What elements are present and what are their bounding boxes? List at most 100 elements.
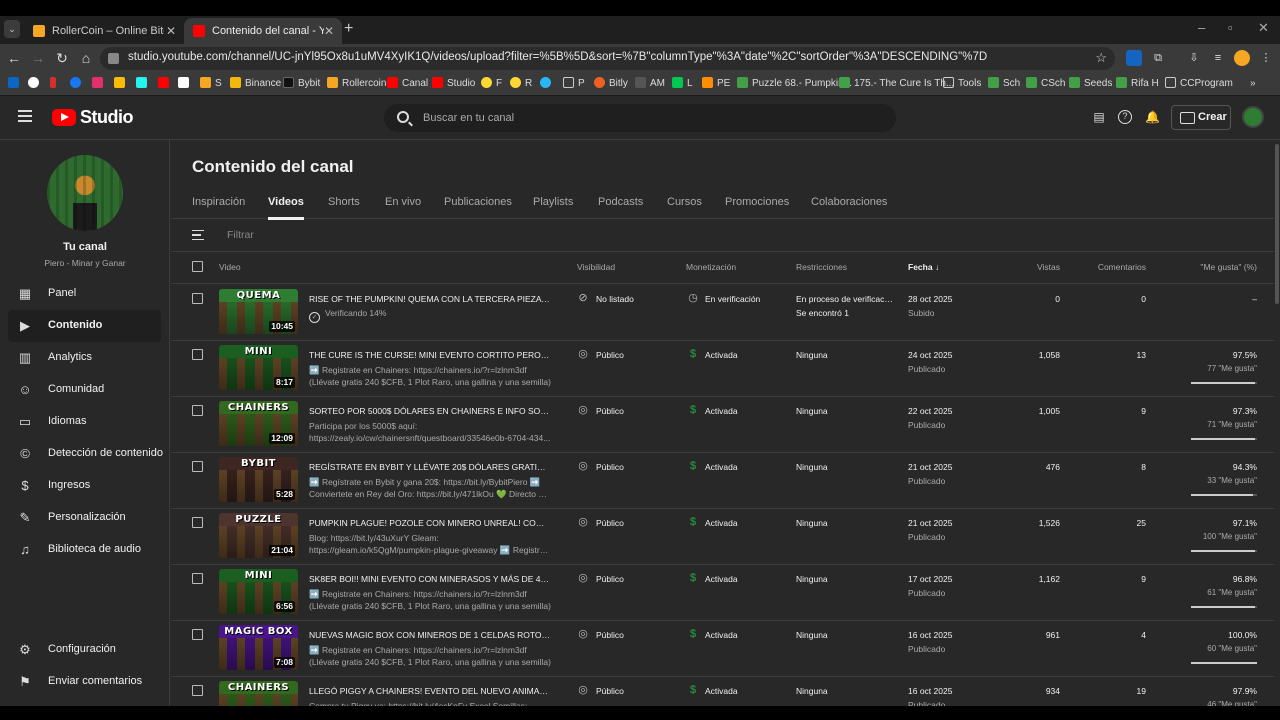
forward-icon[interactable]: → xyxy=(28,48,48,68)
monetization-value[interactable]: En verificación xyxy=(705,294,760,304)
video-title[interactable]: LLEGÓ PIGGY A CHAINERS! EVENTO DEL NUEVO… xyxy=(309,686,551,696)
bookmark-canal[interactable]: Canal xyxy=(387,76,428,92)
table-row[interactable]: MINI EVENTO 6:56 SK8ER BOI!! MINI EVENTO C… xyxy=(171,565,1274,621)
table-row[interactable]: PUZZLE 21:04 PUMPKIN PLAGUE! POZOLE CON MI… xyxy=(171,509,1274,565)
scrollbar[interactable] xyxy=(1274,140,1280,720)
menu-icon[interactable] xyxy=(18,110,32,122)
sidebar-item-personalizacion[interactable]: ✎ Personalización xyxy=(8,502,161,534)
bookmark-f[interactable]: F xyxy=(481,76,502,92)
create-button[interactable]: Crear xyxy=(1171,105,1231,130)
bookmark-am[interactable]: AM xyxy=(635,76,665,92)
extensions-puzzle-icon[interactable]: ⧉ xyxy=(1150,50,1166,66)
bookmark-outlook[interactable] xyxy=(8,76,23,92)
video-thumbnail[interactable]: BYBIT 5:28 xyxy=(219,457,298,502)
bookmark-rollercoin[interactable]: Rollercoin xyxy=(327,76,386,92)
sidebar-item-contenido[interactable]: ▶ Contenido xyxy=(8,310,161,342)
visibility-value[interactable]: Público xyxy=(596,350,624,360)
tab-en-vivo[interactable]: En vivo xyxy=(385,196,421,208)
tab-inspiracion[interactable]: Inspiración xyxy=(192,196,245,208)
help-icon[interactable]: ? xyxy=(1118,110,1132,124)
bookmark-tiktok[interactable] xyxy=(136,76,151,92)
visibility-value[interactable]: Público xyxy=(596,574,624,584)
bookmark-seeds[interactable]: Seeds xyxy=(1069,76,1112,92)
visibility-value[interactable]: Público xyxy=(596,630,624,640)
video-thumbnail[interactable]: CHAINERS 12:09 xyxy=(219,401,298,446)
column-fecha[interactable]: Fecha ↓ xyxy=(908,262,939,272)
close-tab-icon[interactable]: ✕ xyxy=(166,18,176,44)
close-window-icon[interactable]: ✕ xyxy=(1258,20,1269,36)
bookmark-studio[interactable]: Studio xyxy=(432,76,475,92)
restrictions-detail[interactable]: Se encontró 1 xyxy=(796,308,849,318)
bookmark-puzzle[interactable]: Puzzle 68.- Pumpkin... xyxy=(737,76,852,92)
row-checkbox[interactable] xyxy=(192,629,203,640)
sidebar-item-analytics[interactable]: ▥ Analytics xyxy=(8,342,161,374)
video-thumbnail[interactable]: PUZZLE 21:04 xyxy=(219,513,298,558)
monetization-value[interactable]: Activada xyxy=(705,574,738,584)
bookmark-telegram[interactable] xyxy=(540,76,555,92)
table-row[interactable]: MINI EVENTO 8:17 THE CURE IS THE CURSE! MI… xyxy=(171,341,1274,397)
restrictions-value[interactable]: En proceso de verificación xyxy=(796,294,894,304)
bookmark-sch[interactable]: Sch xyxy=(988,76,1020,92)
bookmark-l[interactable]: L xyxy=(672,76,693,92)
video-title[interactable]: THE CURE IS THE CURSE! MINI EVENTO CORTI… xyxy=(309,350,551,360)
visibility-value[interactable]: Público xyxy=(596,406,624,416)
minimize-icon[interactable]: – xyxy=(1198,20,1205,35)
tab-publicaciones[interactable]: Publicaciones xyxy=(444,196,512,208)
new-tab-icon[interactable]: + xyxy=(344,20,353,38)
video-title[interactable]: SORTEO POR 5000$ DÓLARES EN CHAINERS E I… xyxy=(309,406,551,416)
row-checkbox[interactable] xyxy=(192,349,203,360)
bookmark-ccprogram[interactable]: CCProgram xyxy=(1165,76,1233,92)
bookmark-youtube[interactable] xyxy=(158,76,173,92)
row-checkbox[interactable] xyxy=(192,461,203,472)
video-title[interactable]: PUMPKIN PLAGUE! POZOLE CON MINERO UNREAL… xyxy=(309,518,551,528)
sidebar-item-feedback[interactable]: ⚑ Enviar comentarios xyxy=(8,666,161,698)
reload-icon[interactable]: ↻ xyxy=(52,48,72,68)
monetization-value[interactable]: Activada xyxy=(705,462,738,472)
restrictions-value[interactable]: Ninguna xyxy=(796,630,894,640)
bookmark-x[interactable] xyxy=(178,76,193,92)
tab-cursos[interactable]: Cursos xyxy=(667,196,702,208)
select-all-checkbox[interactable] xyxy=(192,261,203,272)
address-bar[interactable]: studio.youtube.com/channel/UC-jnYl95Ox8u… xyxy=(100,47,1115,70)
sidebar-item-idiomas[interactable]: ▭ Idiomas xyxy=(8,406,161,438)
bookmark-binance[interactable]: Binance xyxy=(230,76,281,92)
tab-podcasts[interactable]: Podcasts xyxy=(598,196,643,208)
bookmark-bybit[interactable]: Bybit xyxy=(283,76,320,92)
row-checkbox[interactable] xyxy=(192,685,203,696)
visibility-value[interactable]: Público xyxy=(596,686,624,696)
visibility-value[interactable]: Público xyxy=(596,462,624,472)
tab-promociones[interactable]: Promociones xyxy=(725,196,789,208)
video-title[interactable]: NUEVAS MAGIC BOX CON MINEROS DE 1 CELDAS… xyxy=(309,630,551,640)
sidebar-item-deteccion[interactable]: © Detección de contenido xyxy=(8,438,163,470)
account-avatar[interactable] xyxy=(1242,106,1264,128)
more-bookmarks-icon[interactable]: » xyxy=(1250,76,1256,92)
tab-colaboraciones[interactable]: Colaboraciones xyxy=(811,196,887,208)
table-row[interactable]: BYBIT 5:28 REGÍSTRATE EN BYBIT Y LLÉVATE 2… xyxy=(171,453,1274,509)
bookmark-csch[interactable]: CSch xyxy=(1026,76,1065,92)
bookmark-s[interactable]: S xyxy=(200,76,222,92)
row-checkbox[interactable] xyxy=(192,573,203,584)
bookmark-facebook[interactable] xyxy=(70,76,85,92)
tab-list-button[interactable]: ⌄ xyxy=(4,20,20,38)
monetization-value[interactable]: Activada xyxy=(705,406,738,416)
table-row[interactable]: MAGIC BOX 7:08 NUEVAS MAGIC BOX CON MINERO… xyxy=(171,621,1274,677)
video-title[interactable]: RISE OF THE PUMPKIN! QUEMA CON LA TERCER… xyxy=(309,294,551,304)
captions-icon[interactable]: ▤ xyxy=(1092,110,1106,124)
sidebar-item-ingresos[interactable]: $ Ingresos xyxy=(8,470,161,502)
search-input[interactable]: Buscar en tu canal xyxy=(384,104,896,132)
sidebar-item-configuracion[interactable]: ⚙ Configuración xyxy=(8,634,161,666)
browser-tab-rollercoin[interactable]: RollerCoin – Online Bitcoin Mining Simul… xyxy=(24,18,184,44)
table-row[interactable]: QUEMA 10:45 RISE OF THE PUMPKIN! QUEMA CON… xyxy=(171,285,1274,341)
tab-playlists[interactable]: Playlists xyxy=(533,196,573,208)
filter-input[interactable]: Filtrar xyxy=(227,229,254,241)
filter-icon[interactable] xyxy=(192,230,204,240)
sidebar-item-panel[interactable]: ▦ Panel xyxy=(8,278,161,310)
site-info-icon[interactable] xyxy=(108,53,119,64)
video-thumbnail[interactable]: MINI EVENTO 8:17 xyxy=(219,345,298,390)
close-tab-icon[interactable]: ✕ xyxy=(324,18,334,44)
channel-avatar[interactable] xyxy=(47,155,123,231)
video-title[interactable]: REGÍSTRATE EN BYBIT Y LLÉVATE 20$ DÓLARE… xyxy=(309,462,551,472)
video-thumbnail[interactable]: MAGIC BOX 7:08 xyxy=(219,625,298,670)
monetization-value[interactable]: Activada xyxy=(705,686,738,696)
restrictions-value[interactable]: Ninguna xyxy=(796,686,894,696)
